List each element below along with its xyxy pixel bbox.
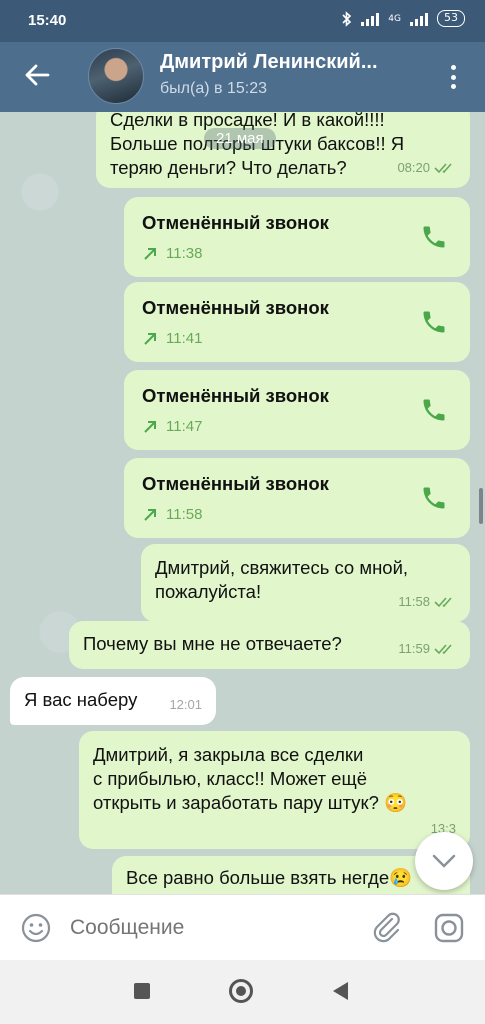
home-button[interactable]: [229, 979, 253, 1003]
battery-indicator: 53: [437, 10, 465, 27]
message-text: Больше полторы штуки баксов!! Я: [110, 133, 405, 154]
call-label: Отменённый звонок: [142, 473, 329, 494]
chat-header: Дмитрий Ленинский... был(а) в 15:23: [0, 42, 485, 112]
signal-icon: [410, 12, 428, 26]
phone-icon[interactable]: [420, 396, 448, 424]
call-label: Отменённый звонок: [142, 212, 329, 233]
call-bubble[interactable]: Отменённый звонок 11:38: [124, 197, 470, 277]
chevron-down-icon: [432, 854, 456, 868]
call-bubble[interactable]: Отменённый звонок 11:47: [124, 370, 470, 450]
avatar[interactable]: [88, 48, 144, 104]
bluetooth-icon: [342, 10, 352, 27]
camera-icon[interactable]: [432, 911, 466, 945]
back-arrow-icon[interactable]: [22, 60, 52, 90]
date-badge: 21 мая: [204, 128, 276, 149]
scrollbar[interactable]: [479, 488, 483, 524]
call-time: 11:58: [166, 506, 203, 523]
message-bubble[interactable]: Почему вы мне не отвечаете? 11:59: [69, 621, 470, 669]
call-meta: 11:58: [142, 503, 202, 527]
call-meta: 11:38: [142, 242, 202, 266]
message-text: Дмитрий, свяжитесь со мной,: [155, 557, 409, 578]
recent-apps-button[interactable]: [134, 983, 150, 999]
call-bubble[interactable]: Отменённый звонок 11:41: [124, 282, 470, 362]
phone-icon[interactable]: [420, 308, 448, 336]
phone-icon[interactable]: [420, 484, 448, 512]
status-time: 15:40: [28, 12, 67, 29]
call-label: Отменённый звонок: [142, 297, 329, 318]
call-time: 11:41: [166, 330, 203, 347]
message-text: открыть и заработать пару штук? 😳: [93, 792, 408, 813]
message-time: 08:20: [397, 156, 456, 180]
message-time: 11:58: [398, 590, 456, 614]
call-meta: 11:41: [142, 327, 202, 351]
network-type: 4G: [388, 13, 401, 24]
message-text: Все равно больше взять негде😢: [126, 867, 413, 888]
last-seen-status: был(а) в 15:23: [160, 80, 267, 97]
signal-icon: [361, 12, 380, 26]
call-time: 11:38: [166, 245, 203, 262]
system-nav-bar: [0, 960, 485, 1024]
message-text: с прибылью, класс!! Может ещё: [93, 768, 367, 789]
read-ticks-icon: [434, 597, 452, 608]
emoji-icon[interactable]: [20, 912, 52, 944]
message-time: 11:59: [398, 637, 456, 661]
contact-name[interactable]: Дмитрий Ленинский...: [160, 51, 420, 74]
message-bubble[interactable]: Сделки в просадке! И в какой!!!! Больше …: [96, 112, 470, 188]
message-bubble[interactable]: Дмитрий, я закрыла все сделки с прибылью…: [79, 731, 470, 849]
call-meta: 11:47: [142, 415, 202, 439]
outgoing-arrow-icon: [144, 509, 156, 521]
message-input[interactable]: [70, 913, 350, 943]
outgoing-arrow-icon: [144, 248, 156, 260]
message-time: 12:01: [169, 697, 202, 712]
read-ticks-icon: [434, 163, 452, 174]
message-text: Сделки в просадке! И в какой!!!!: [110, 112, 385, 130]
more-menu-icon[interactable]: [443, 62, 463, 92]
message-bubble[interactable]: Я вас наберу 12:01: [10, 677, 216, 725]
phone-icon[interactable]: [420, 223, 448, 251]
status-bar: 15:40 4G 53: [0, 0, 485, 42]
outgoing-arrow-icon: [144, 333, 156, 345]
message-text: Дмитрий, я закрыла все сделки: [93, 744, 364, 765]
call-time: 11:47: [166, 418, 203, 435]
call-label: Отменённый звонок: [142, 385, 329, 406]
system-back-button[interactable]: [333, 982, 348, 1000]
message-bubble[interactable]: Дмитрий, свяжитесь со мной, пожалуйста! …: [141, 544, 470, 622]
read-ticks-icon: [434, 644, 452, 655]
scroll-down-button[interactable]: [415, 832, 473, 890]
message-list[interactable]: Сделки в просадке! И в какой!!!! Больше …: [0, 112, 485, 894]
outgoing-arrow-icon: [144, 421, 156, 433]
message-input-bar: [0, 894, 485, 960]
paperclip-icon[interactable]: [370, 910, 404, 944]
status-icons: 4G 53: [342, 10, 465, 27]
call-bubble[interactable]: Отменённый звонок 11:58: [124, 458, 470, 538]
